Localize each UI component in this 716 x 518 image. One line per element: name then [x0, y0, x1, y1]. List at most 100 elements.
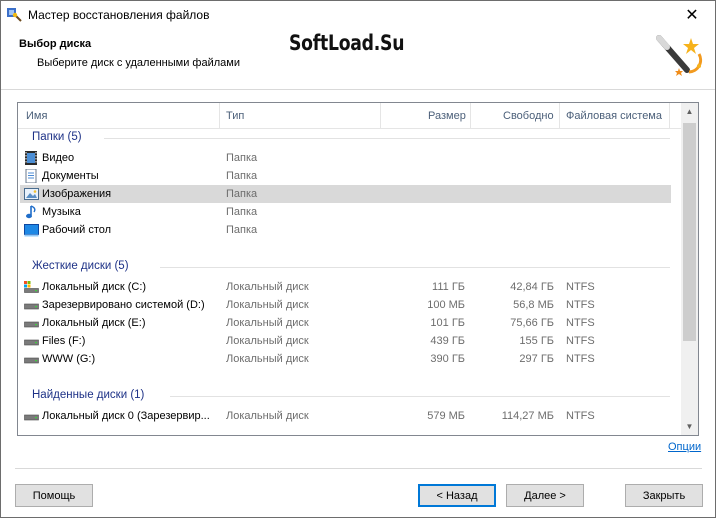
item-name: WWW (G:): [42, 353, 96, 365]
item-name: Изображения: [42, 188, 112, 200]
list-item[interactable]: Локальный диск (C:) Локальный диск 111 Г…: [20, 278, 671, 296]
footer-divider: [15, 468, 702, 469]
group-folders[interactable]: Папки (5): [18, 129, 682, 147]
watermark-text: SoftLoad.Su: [289, 31, 405, 55]
item-type: Папка: [226, 170, 258, 182]
list-item[interactable]: Документы Папка: [20, 167, 671, 185]
item-type: Папка: [226, 152, 258, 164]
item-type: Папка: [226, 206, 258, 218]
group-divider: [170, 396, 670, 397]
item-name: Зарезервировано системой (D:): [42, 299, 205, 311]
item-name: Files (F:): [42, 335, 86, 347]
item-type: Локальный диск: [226, 281, 309, 293]
page-title: Выбор диска: [19, 38, 92, 50]
drive-icon: [24, 339, 39, 346]
item-type: Локальный диск: [226, 317, 309, 329]
options-link[interactable]: Опции: [668, 441, 701, 453]
magic-wand-icon: [656, 35, 703, 76]
item-type: Локальный диск: [226, 299, 309, 311]
item-type: Локальный диск: [226, 410, 309, 422]
item-free: 114,27 МБ: [501, 410, 554, 422]
column-header: Имя Тип Размер Свободно Файловая система: [18, 103, 682, 129]
item-name: Документы: [42, 170, 99, 182]
list-item[interactable]: Локальный диск (E:) Локальный диск 101 Г…: [20, 314, 671, 332]
vertical-scrollbar[interactable]: ▲ ▼: [681, 103, 698, 435]
list-item[interactable]: Files (F:) Локальный диск 439 ГБ 155 ГБ …: [20, 332, 671, 350]
item-size: 390 ГБ: [430, 353, 465, 365]
help-button[interactable]: Помощь: [15, 484, 93, 507]
item-free: 297 ГБ: [519, 353, 554, 365]
page-subtitle: Выберите диск с удаленными файлами: [37, 57, 240, 69]
item-name: Локальный диск (E:): [42, 317, 146, 329]
column-separator[interactable]: [669, 103, 670, 129]
item-name: Видео: [42, 152, 75, 164]
item-fs: NTFS: [566, 335, 595, 347]
item-type: Папка: [226, 188, 258, 200]
column-free[interactable]: Свободно: [503, 110, 554, 122]
next-button[interactable]: Далее >: [506, 484, 584, 507]
column-separator[interactable]: [470, 103, 471, 129]
scroll-up-icon[interactable]: ▲: [681, 103, 698, 120]
close-button[interactable]: Закрыть: [625, 484, 703, 507]
item-fs: NTFS: [566, 353, 595, 365]
wizard-window: Мастер восстановления файлов ✕ Выбор дис…: [0, 0, 716, 518]
back-button[interactable]: < Назад: [418, 484, 496, 507]
item-name: Локальный диск 0 (Зарезервир...: [42, 410, 210, 422]
item-name: Музыка: [42, 206, 81, 218]
group-title: Найденные диски (1): [32, 389, 145, 401]
system-drive-icon: [24, 281, 39, 293]
scrollbar-thumb[interactable]: [683, 123, 696, 341]
group-divider: [160, 267, 670, 268]
drive-icon: [24, 321, 39, 328]
column-fs[interactable]: Файловая система: [566, 110, 662, 122]
item-free: 75,66 ГБ: [510, 317, 554, 329]
item-free: 56,8 МБ: [513, 299, 554, 311]
item-free: 155 ГБ: [519, 335, 554, 347]
list-item[interactable]: Музыка Папка: [20, 203, 671, 221]
pictures-folder-icon: [24, 188, 39, 200]
music-folder-icon: [26, 205, 36, 219]
item-name: Локальный диск (C:): [42, 281, 147, 293]
wizard-header: Выбор диска Выберите диск с удаленными ф…: [1, 29, 715, 89]
video-folder-icon: [25, 151, 37, 165]
header-divider: [1, 89, 715, 90]
documents-folder-icon: [25, 169, 37, 183]
drive-icon: [24, 303, 39, 310]
list-item-selected[interactable]: Изображения Папка: [20, 185, 671, 203]
item-type: Папка: [226, 224, 258, 236]
column-name[interactable]: Имя: [26, 110, 47, 122]
list-item[interactable]: Видео Папка: [20, 149, 671, 167]
item-type: Локальный диск: [226, 335, 309, 347]
list-item[interactable]: Рабочий стол Папка: [20, 221, 671, 239]
item-fs: NTFS: [566, 317, 595, 329]
disk-list[interactable]: Имя Тип Размер Свободно Файловая система…: [17, 102, 699, 436]
window-title: Мастер восстановления файлов: [28, 8, 210, 22]
item-fs: NTFS: [566, 281, 595, 293]
group-hard-drives[interactable]: Жесткие диски (5): [18, 258, 682, 276]
list-item[interactable]: Зарезервировано системой (D:) Локальный …: [20, 296, 671, 314]
app-icon: [7, 8, 22, 22]
item-size: 100 МБ: [427, 299, 465, 311]
group-divider: [104, 138, 670, 139]
column-type[interactable]: Тип: [226, 110, 244, 122]
item-size: 579 МБ: [427, 410, 465, 422]
column-separator[interactable]: [380, 103, 381, 129]
item-free: 42,84 ГБ: [510, 281, 554, 293]
column-size[interactable]: Размер: [428, 110, 466, 122]
close-icon[interactable]: ✕: [669, 1, 715, 29]
drive-icon: [24, 414, 39, 421]
title-bar: Мастер восстановления файлов ✕: [1, 1, 715, 29]
column-separator[interactable]: [559, 103, 560, 129]
item-size: 101 ГБ: [430, 317, 465, 329]
column-separator[interactable]: [219, 103, 220, 129]
group-title: Жесткие диски (5): [32, 260, 129, 272]
item-fs: NTFS: [566, 410, 595, 422]
item-type: Локальный диск: [226, 353, 309, 365]
drive-icon: [24, 357, 39, 364]
item-size: 111 ГБ: [432, 281, 465, 293]
list-item[interactable]: WWW (G:) Локальный диск 390 ГБ 297 ГБ NT…: [20, 350, 671, 368]
list-item[interactable]: Локальный диск 0 (Зарезервир... Локальны…: [20, 407, 671, 425]
group-found-disks[interactable]: Найденные диски (1): [18, 387, 682, 405]
scroll-down-icon[interactable]: ▼: [681, 418, 698, 435]
group-title: Папки (5): [32, 131, 82, 143]
